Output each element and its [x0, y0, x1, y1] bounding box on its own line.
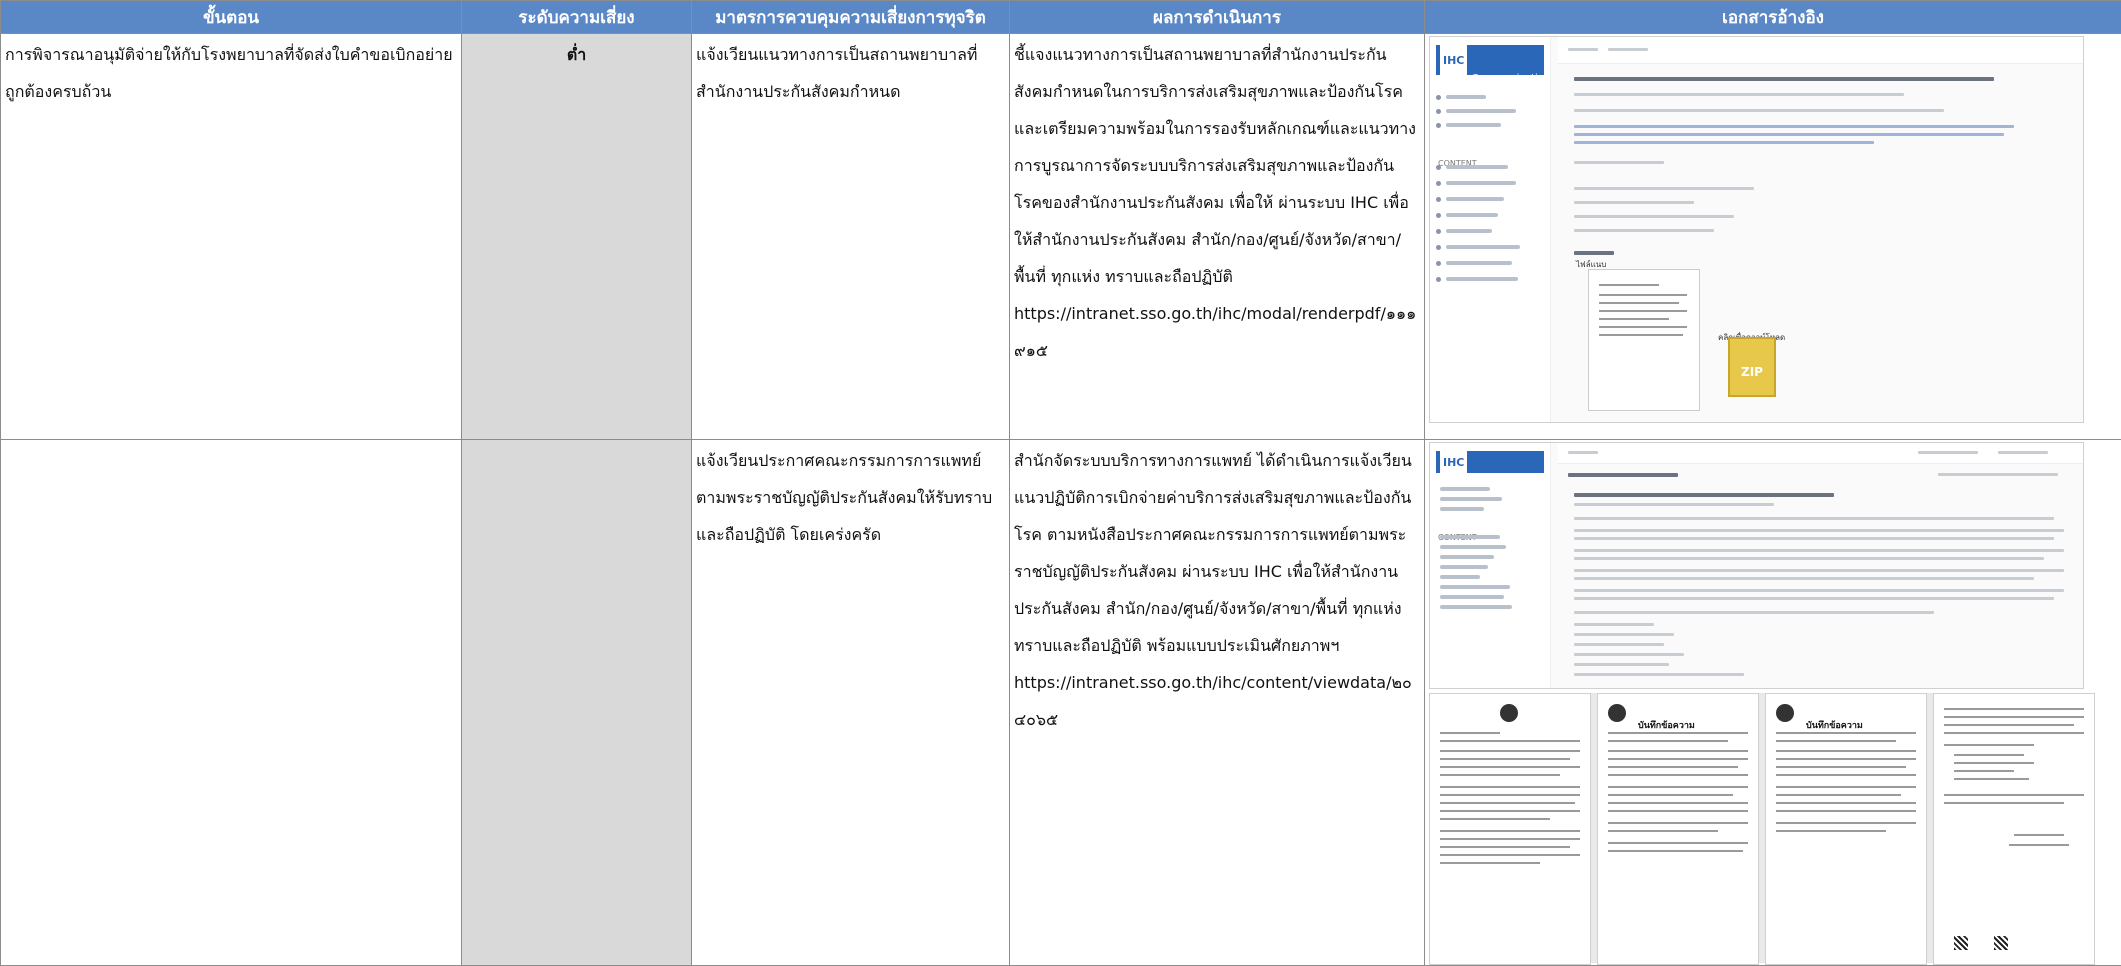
risk-level-text: ต่ำ	[567, 45, 586, 64]
ihc-topbar	[1558, 443, 2083, 464]
header-step: ขั้นตอน	[1, 1, 462, 34]
table-row: การพิจารณาอนุมัติจ่ายให้กับโรงพยาบาลที่จ…	[1, 34, 2121, 440]
zip-label: ZIP	[1730, 354, 1774, 391]
garuda-emblem-icon	[1608, 704, 1626, 722]
result-link[interactable]: https://intranet.sso.go.th/ihc/modal/ren…	[1014, 304, 1416, 360]
step-cell	[1, 440, 462, 966]
result-cell: สำนักจัดระบบบริการทางการแพทย์ ได้ดำเนินก…	[1010, 440, 1425, 966]
ihc-logo: IHC In House Communication	[1436, 45, 1544, 75]
qr-code-icon	[1954, 936, 1968, 950]
header-result: ผลการดำเนินการ	[1010, 1, 1425, 34]
reference-cell: IHC In House Communication CONTENT	[1425, 34, 2121, 440]
risk-level-cell: ต่ำ	[462, 34, 692, 440]
risk-control-table: ขั้นตอน ระดับความเสี่ยง มาตรการควบคุมควา…	[0, 0, 2121, 966]
header-measure: มาตรการควบคุมความเสี่ยงการทุจริต	[692, 1, 1010, 34]
ihc-sidebar: IHC In House Communication CONTENT	[1430, 37, 1551, 422]
memo-page: บันทึกข้อความ	[1765, 693, 1927, 965]
result-cell: ชี้แจงแนวทางการเป็นสถานพยาบาลที่สำนักงาน…	[1010, 34, 1425, 440]
ihc-content: ไฟล์แนบ คลิกเพื่อดาวน์โหลด ZIP	[1558, 37, 2083, 422]
ihc-logo-mark: IHC	[1440, 442, 1467, 483]
ihc-sidebar: IHC CONTENT	[1430, 443, 1551, 688]
pdf-thumbnail	[1588, 269, 1700, 411]
header-risk-level: ระดับความเสี่ยง	[462, 1, 692, 34]
memo-page	[1429, 693, 1591, 965]
sidebar-category-label: CONTENT	[1438, 145, 1477, 182]
memo-page	[1933, 693, 2095, 965]
garuda-emblem-icon	[1500, 704, 1518, 722]
measure-text: แจ้งเวียนประกาศคณะกรรมการการแพทย์ตามพระร…	[696, 451, 992, 544]
measure-text: แจ้งเวียนแนวทางการเป็นสถานพยาบาลที่สำนัก…	[696, 45, 977, 101]
zip-file-icon[interactable]: ZIP	[1728, 337, 1776, 397]
ihc-screenshot-2: IHC CONTENT	[1429, 442, 2084, 689]
ihc-logo: IHC	[1436, 451, 1544, 473]
memo-pages: บันทึกข้อความ	[1429, 693, 2094, 963]
memo-page: บันทึกข้อความ	[1597, 693, 1759, 965]
step-cell: การพิจารณาอนุมัติจ่ายให้กับโรงพยาบาลที่จ…	[1, 34, 462, 440]
table-row: แจ้งเวียนประกาศคณะกรรมการการแพทย์ตามพระร…	[1, 440, 2121, 966]
ihc-logo-text: In House Communication	[1471, 36, 1550, 97]
qr-code-icon	[1994, 936, 2008, 950]
ihc-topbar	[1558, 37, 2083, 64]
step-text: การพิจารณาอนุมัติจ่ายให้กับโรงพยาบาลที่จ…	[5, 45, 453, 101]
header-reference: เอกสารอ้างอิง	[1425, 1, 2121, 34]
table-header-row: ขั้นตอน ระดับความเสี่ยง มาตรการควบคุมควา…	[1, 1, 2121, 34]
result-link[interactable]: https://intranet.sso.go.th/ihc/content/v…	[1014, 673, 1412, 729]
ihc-logo-mark: IHC	[1440, 40, 1467, 81]
ihc-screenshot-1: IHC In House Communication CONTENT	[1429, 36, 2084, 423]
ihc-content	[1558, 443, 2083, 688]
result-text: ชี้แจงแนวทางการเป็นสถานพยาบาลที่สำนักงาน…	[1014, 45, 1416, 286]
measure-cell: แจ้งเวียนแนวทางการเป็นสถานพยาบาลที่สำนัก…	[692, 34, 1010, 440]
reference-cell: IHC CONTENT	[1425, 440, 2121, 966]
measure-cell: แจ้งเวียนประกาศคณะกรรมการการแพทย์ตามพระร…	[692, 440, 1010, 966]
result-text: สำนักจัดระบบบริการทางการแพทย์ ได้ดำเนินก…	[1014, 451, 1412, 655]
risk-level-cell	[462, 440, 692, 966]
garuda-emblem-icon	[1776, 704, 1794, 722]
